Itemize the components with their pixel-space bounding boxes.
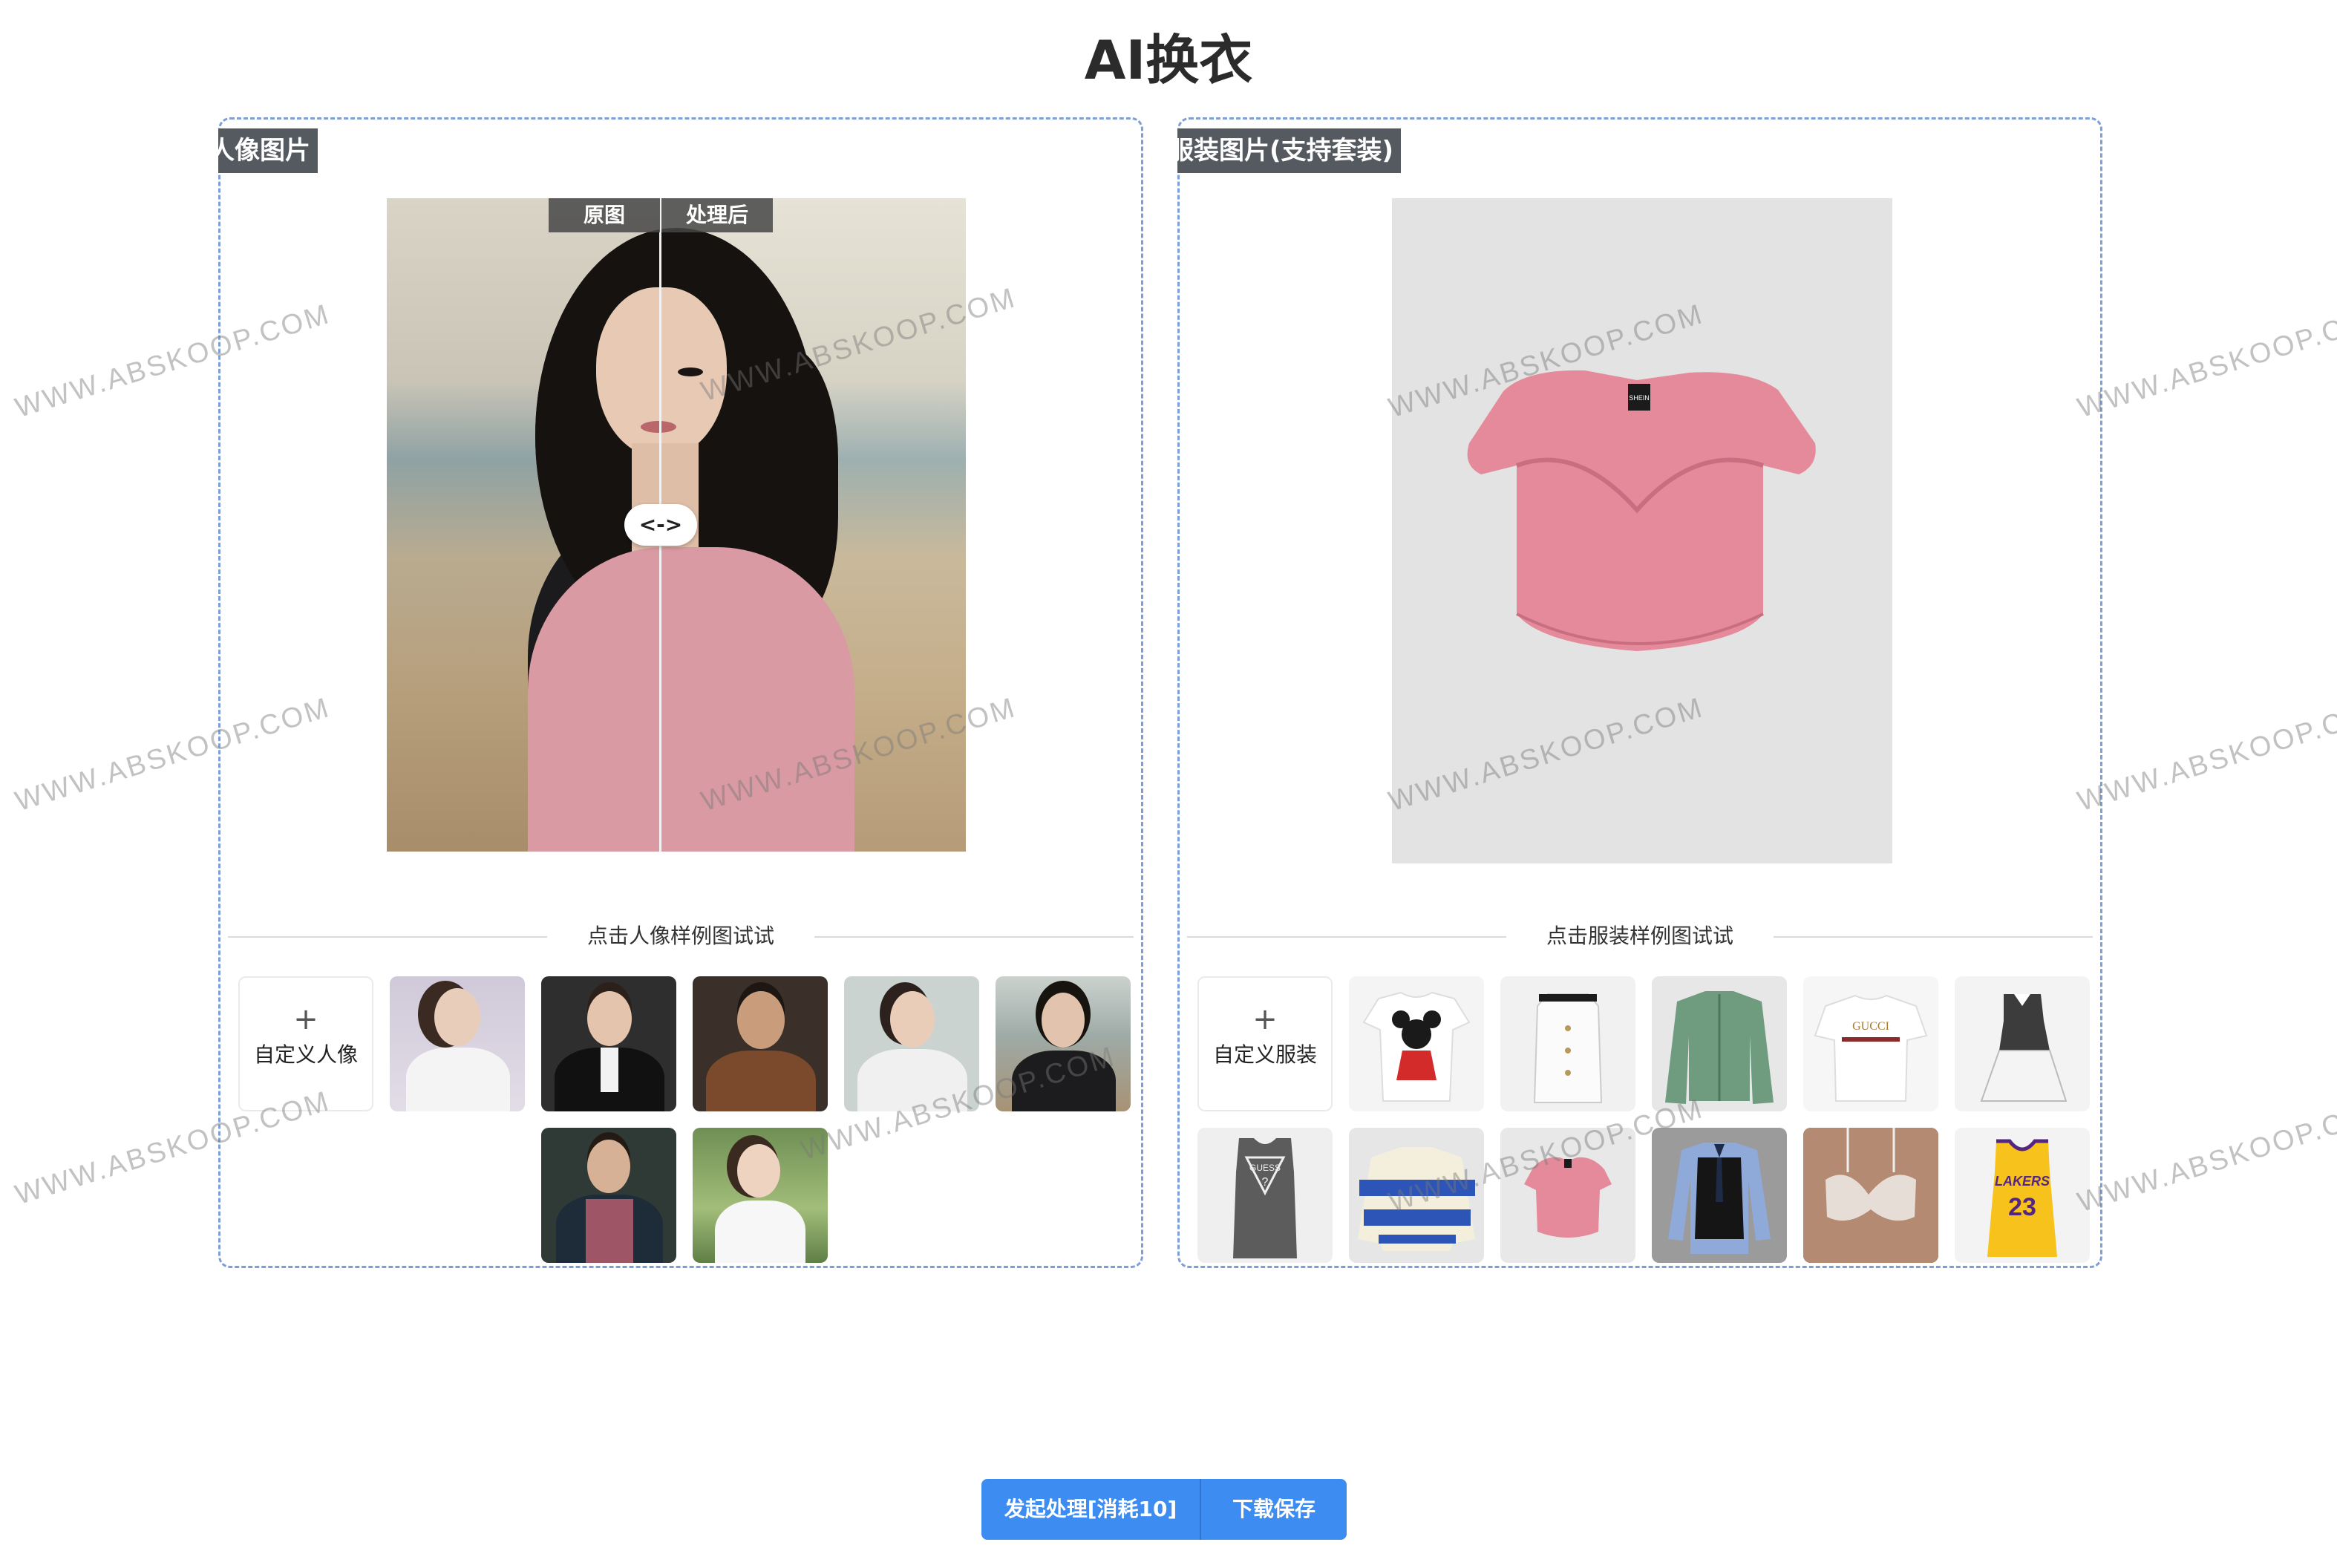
garment-sample[interactable] [1803, 1128, 1938, 1263]
garment-panel: 服装图片(支持套装) SHEIN 点击服装样例图试试 + 自定义服装 GUCCI… [1177, 117, 2102, 1268]
garment-sample[interactable] [1349, 1128, 1484, 1263]
svg-text:LAKERS: LAKERS [1995, 1174, 2050, 1189]
download-save-button[interactable]: 下载保存 [1201, 1479, 1347, 1540]
svg-text:?: ? [1262, 1176, 1269, 1189]
custom-garment-label: 自定义服装 [1212, 1042, 1317, 1067]
garment-sample[interactable] [1349, 976, 1484, 1111]
svg-text:23: 23 [2008, 1193, 2036, 1221]
watermark: WWW.ABSKOOP.COM [693, 0, 1016, 7]
watermark: WWW.ABSKOOP.COM [2073, 691, 2337, 818]
svg-text:GUESS: GUESS [1249, 1163, 1281, 1173]
portrait-sample[interactable] [541, 1128, 676, 1263]
custom-portrait-button[interactable]: + 自定义人像 [238, 976, 373, 1111]
portrait-sample[interactable] [390, 976, 525, 1111]
custom-portrait-label: 自定义人像 [253, 1042, 358, 1067]
svg-text:GUCCI: GUCCI [1852, 1020, 1889, 1033]
custom-garment-button[interactable]: + 自定义服装 [1197, 976, 1333, 1111]
page-title: AI换衣 [1084, 29, 1253, 91]
watermark: WWW.ABSKOOP.COM [2073, 298, 2337, 425]
watermark: WWW.ABSKOOP.COM [9, 0, 332, 7]
garment-sample[interactable] [1955, 976, 2090, 1111]
processed-photo [528, 198, 966, 852]
garment-sample[interactable]: GUCCI [1803, 976, 1938, 1111]
portrait-sample[interactable] [693, 976, 828, 1111]
portrait-panel: 人像图片 原图 处理后 <-> 点击人像样例图试试 + 自定义人像 [218, 117, 1143, 1268]
garment-sample[interactable]: GUESS ? [1197, 1128, 1333, 1263]
before-after-compare[interactable]: 原图 处理后 <-> [387, 198, 966, 852]
garment-sample[interactable] [1500, 1128, 1635, 1263]
garment-sample[interactable] [1652, 1128, 1787, 1263]
portrait-sample[interactable] [844, 976, 979, 1111]
svg-text:SHEIN: SHEIN [1629, 394, 1650, 402]
garment-preview[interactable]: SHEIN [1392, 198, 1892, 863]
garment-sample[interactable] [1652, 976, 1787, 1111]
garment-samples-heading: 点击服装样例图试试 [1187, 921, 2093, 951]
plus-icon: + [1252, 1002, 1278, 1036]
watermark: WWW.ABSKOOP.COM [1381, 0, 1704, 7]
watermark: WWW.ABSKOOP.COM [2073, 1092, 2337, 1219]
plus-icon: + [293, 1002, 318, 1036]
garment-sample[interactable] [1500, 976, 1635, 1111]
garment-sample[interactable]: LAKERS 23 [1955, 1128, 2090, 1263]
processed-label: 处理后 [661, 198, 773, 232]
portrait-samples-heading: 点击人像样例图试试 [228, 921, 1134, 951]
portrait-sample[interactable] [996, 976, 1131, 1111]
pink-top-illustration: SHEIN [1467, 370, 1816, 651]
portrait-sample[interactable] [693, 1128, 828, 1263]
watermark: WWW.ABSKOOP.COM [2070, 0, 2337, 7]
portrait-panel-tag: 人像图片 [218, 128, 318, 173]
original-label: 原图 [549, 198, 660, 232]
portrait-sample[interactable] [541, 976, 676, 1111]
action-button-group: 发起处理[消耗10] 下载保存 [981, 1479, 1347, 1540]
process-button[interactable]: 发起处理[消耗10] [981, 1479, 1201, 1540]
compare-drag-handle[interactable]: <-> [624, 504, 697, 546]
garment-panel-tag: 服装图片(支持套装) [1177, 128, 1402, 173]
